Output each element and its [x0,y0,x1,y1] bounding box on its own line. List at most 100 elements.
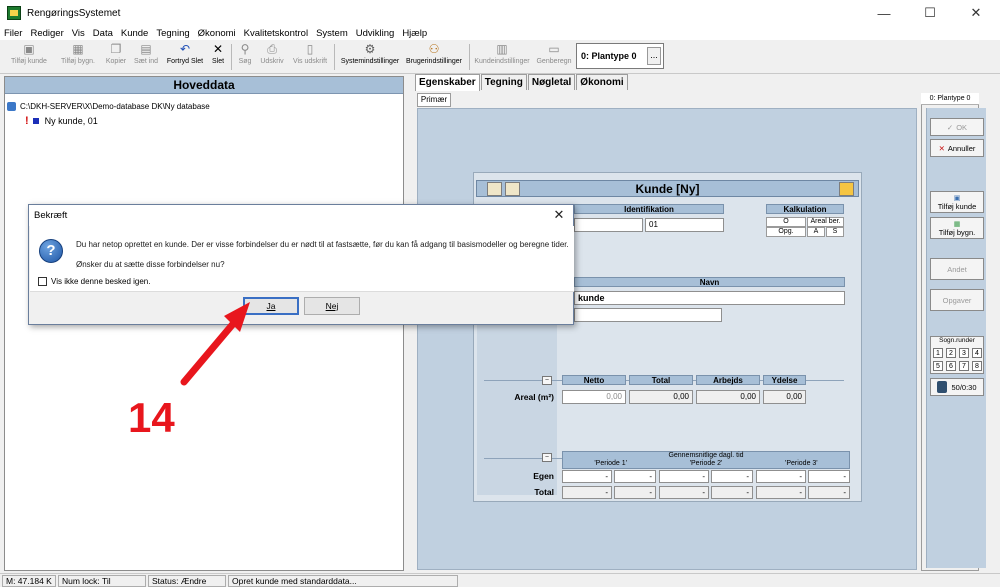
customer-icon [32,118,39,124]
subtab-primaer[interactable]: Primær [417,93,451,107]
round-2[interactable]: 2 [946,348,956,358]
search-tool[interactable]: ⚲ Søg [235,43,255,71]
plantype-selector[interactable]: 0: Plantype 0 ... [576,43,664,69]
add-building-tool[interactable]: ▦ Tilføj bygn. [56,43,100,71]
view-print-tool[interactable]: ▯ Vis udskrift [290,43,330,71]
menu-tegning[interactable]: Tegning [156,28,189,39]
egen-p1b[interactable]: - [614,470,656,483]
user-settings-tool[interactable]: ⚇ Brugerindstillinger [404,43,464,71]
menu-system[interactable]: System [316,28,348,39]
tasks-button-label: Opgaver [942,295,972,305]
menu-kvalitetskontrol[interactable]: Kvalitetskontrol [244,28,308,39]
arbejds-header: Arbejds [696,375,760,385]
dont-show-checkbox-row[interactable]: Vis ikke denne besked igen. [38,277,150,286]
menu-filer[interactable]: Filer [4,28,22,39]
round-6[interactable]: 6 [946,361,956,371]
print-tool[interactable]: ⎙ Udskriv [257,43,287,71]
dialog-message: Du har netop oprettet en kunde. Der er v… [76,240,569,249]
egen-p3b[interactable]: - [808,470,850,483]
dialog-close-icon[interactable]: ✕ [551,207,567,223]
daily-time-title: Gennemsnitlige dagl. tid [668,452,744,459]
search-tool-label: Søg [238,58,252,65]
paste-tool[interactable]: ▤ Sæt ind [132,43,160,71]
name-extra-field[interactable] [574,308,722,322]
tab-okonomi[interactable]: Økonomi [576,74,628,90]
customer-settings-tool-label: Kundeindstillinger [474,58,530,65]
check-icon: ✓ [946,122,954,132]
ok-button[interactable]: ✓ OK [930,118,984,136]
sidebar-add-building-button[interactable]: ▦ Tilføj bygn. [930,217,984,239]
egen-p2a[interactable]: - [659,470,709,483]
menu-okonomi[interactable]: Økonomi [198,28,236,39]
maximize-button[interactable]: ☐ [907,0,953,26]
menu-data[interactable]: Data [93,28,113,39]
dont-show-checkbox[interactable] [38,277,47,286]
tab-nogletal[interactable]: Nøgletal [527,74,576,90]
calc-opg-cell[interactable]: Opg. [766,227,806,237]
calc-area-cell[interactable]: Areal ber. [807,217,844,227]
copy-tool[interactable]: ❐ Kopier [103,43,129,71]
tasks-button[interactable]: Opgaver [930,289,984,311]
areal-label: Areal (m²) [514,392,554,402]
egen-p1a[interactable]: - [562,470,612,483]
tab-egenskaber[interactable]: Egenskaber [415,74,480,91]
close-window-button[interactable]: ✕ [953,0,999,26]
no-button[interactable]: Nej [304,297,360,315]
add-customer-tool[interactable]: ▣ Tilføj kunde [4,43,54,71]
plantype-more-button[interactable]: ... [647,47,661,65]
step-number: 14 [128,394,175,441]
recalculate-tool[interactable]: ▭ Genberegn [535,43,573,71]
sidebar-add-customer-label: Tilføj kunde [937,201,977,211]
tab-tegning[interactable]: Tegning [480,74,527,90]
menu-vis[interactable]: Vis [72,28,85,39]
counter-button[interactable]: 50/0:30 [930,378,984,396]
customer-settings-tool[interactable]: ▥ Kundeindstillinger [473,43,531,71]
property-tabs: Egenskaber Tegning Nøgletal Økonomi [415,74,629,91]
egen-p2b[interactable]: - [711,470,753,483]
user-settings-tool-label: Brugerindstillinger [405,58,463,65]
rounds-title: Sogn.runder [939,337,975,344]
minimize-button[interactable]: — [861,0,907,26]
system-settings-tool[interactable]: ⚙ Systemindstillinger [339,43,401,71]
egen-label: Egen [533,471,554,481]
round-5[interactable]: 5 [933,361,943,371]
customer-name: Ny kunde, 01 [44,116,98,126]
total-p1a: - [562,486,612,499]
name-field[interactable]: kunde [574,291,845,305]
time-collapse-button[interactable]: – [542,453,552,462]
calc-s-cell[interactable]: S [826,227,844,237]
cancel-button[interactable]: ✕ Annuller [930,139,984,157]
undo-delete-tool-label: Fortryd Slet [166,58,204,65]
ydelse-field: 0,00 [763,390,806,404]
edit-icon[interactable] [839,182,854,196]
round-1[interactable]: 1 [933,348,943,358]
netto-field[interactable]: 0,00 [562,390,626,404]
round-8[interactable]: 8 [972,361,982,371]
menu-rediger[interactable]: Rediger [30,28,63,39]
system-settings-icon: ⚙ [364,42,376,56]
sidebar-add-customer-button[interactable]: ▣ Tilføj kunde [930,191,984,213]
calc-o-cell[interactable]: O [766,217,806,227]
round-3[interactable]: 3 [959,348,969,358]
round-4[interactable]: 4 [972,348,982,358]
id-prefix-field[interactable] [574,218,643,232]
tree-customer-node[interactable]: ! Ny kunde, 01 [25,115,98,127]
areal-collapse-button[interactable]: – [542,376,552,385]
delete-tool[interactable]: ✕ Slet [209,43,227,71]
undo-delete-tool[interactable]: ↶ Fortryd Slet [164,43,206,71]
period3-label: 'Periode 3' [785,460,818,467]
database-icon [7,102,16,111]
delete-icon: ✕ [212,42,224,56]
round-7[interactable]: 7 [959,361,969,371]
id-number-field[interactable]: 01 [645,218,724,232]
menu-bar: Filer Rediger Vis Data Kunde Tegning Øko… [0,26,1000,40]
menu-hjaelp[interactable]: Hjælp [402,28,427,39]
calc-a-cell[interactable]: A [807,227,825,237]
paste-icon: ▤ [140,42,152,56]
menu-kunde[interactable]: Kunde [121,28,148,39]
egen-p3a[interactable]: - [756,470,806,483]
other-button[interactable]: Andet [930,258,984,280]
menu-udvikling[interactable]: Udvikling [356,28,395,39]
total-field: 0,00 [629,390,693,404]
tree-database-node[interactable]: C:\DKH-SERVER\X\Demo-database DK\Ny data… [7,102,210,111]
